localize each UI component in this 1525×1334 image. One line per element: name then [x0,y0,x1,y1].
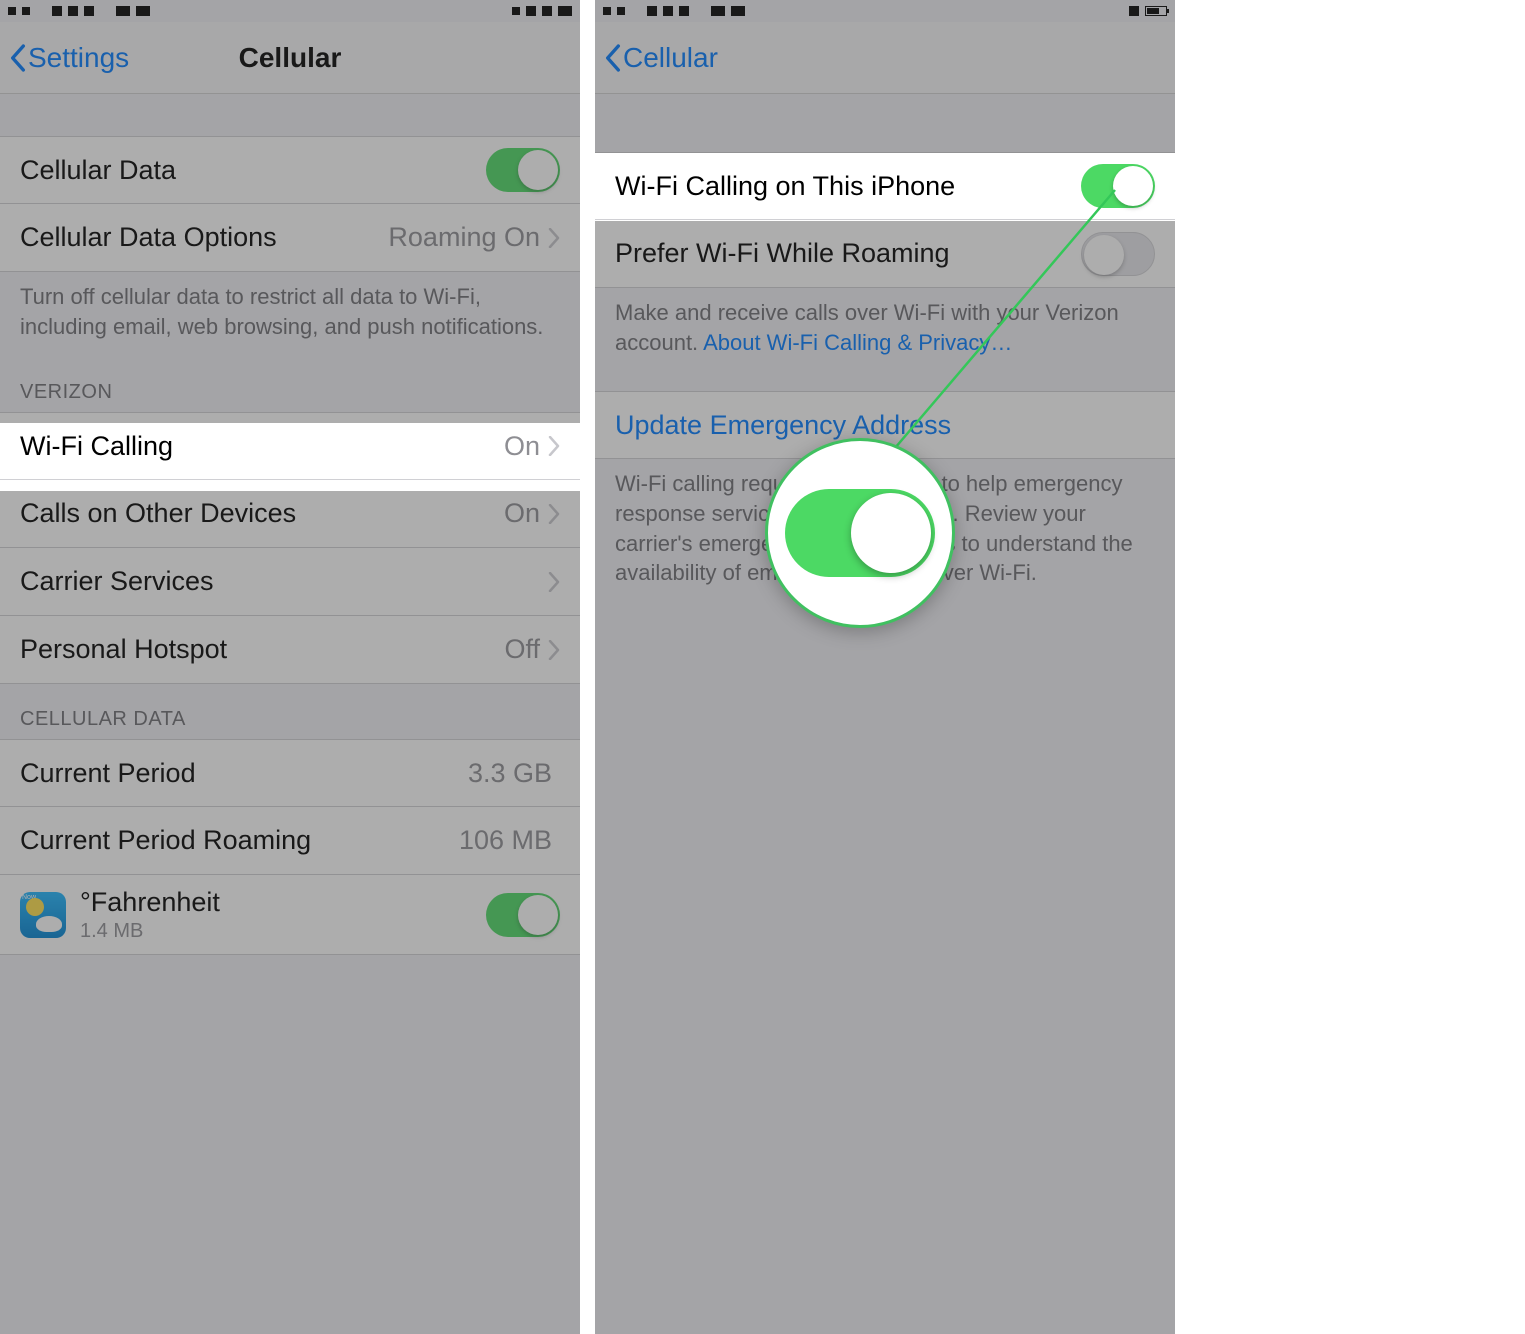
app-size: 1.4 MB [80,920,486,943]
prefer-wifi-roaming-row[interactable]: Prefer Wi-Fi While Roaming [595,220,1175,288]
chevron-left-icon [605,44,621,72]
back-button[interactable]: Settings [0,42,129,74]
toggle-magnifier [765,438,955,628]
personal-hotspot-value: Off [504,634,548,665]
chevron-right-icon [548,572,560,592]
about-wifi-calling-link[interactable]: About Wi-Fi Calling & Privacy… [703,330,1012,355]
cellular-data-footer: Turn off cellular data to restrict all d… [0,272,580,357]
wifi-calling-label: Wi-Fi Calling [20,431,504,462]
chevron-right-icon [548,228,560,248]
wifi-calling-value: On [504,431,548,462]
app-fahrenheit-toggle[interactable] [486,893,560,937]
cellular-data-label: Cellular Data [20,155,486,186]
nav-header: Cellular [595,22,1175,94]
cellular-data-options-value: Roaming On [388,222,548,253]
current-period-label: Current Period [20,758,468,789]
status-bar [0,0,580,22]
wifi-calling-on-this-iphone-label: Wi-Fi Calling on This iPhone [615,171,1081,202]
calls-other-devices-row[interactable]: Calls on Other Devices On [0,480,580,548]
prefer-wifi-roaming-label: Prefer Wi-Fi While Roaming [615,238,1081,269]
carrier-services-row[interactable]: Carrier Services [0,548,580,616]
carrier-header: VERIZON [0,357,580,412]
fahrenheit-app-icon: Now [20,892,66,938]
app-fahrenheit-row[interactable]: Now °Fahrenheit 1.4 MB [0,875,580,955]
nav-header: Settings Cellular [0,22,580,94]
personal-hotspot-label: Personal Hotspot [20,634,504,665]
wifi-calling-footer: Make and receive calls over Wi-Fi with y… [595,288,1175,373]
wifi-calling-row[interactable]: Wi-Fi Calling On [0,412,580,480]
wifi-calling-on-this-iphone-row[interactable]: Wi-Fi Calling on This iPhone [595,152,1175,220]
prefer-wifi-roaming-toggle[interactable] [1081,232,1155,276]
calls-other-devices-value: On [504,498,548,529]
chevron-left-icon [10,44,26,72]
wifi-calling-on-this-iphone-toggle[interactable] [1081,164,1155,208]
cellular-data-options-row[interactable]: Cellular Data Options Roaming On [0,204,580,272]
back-label: Settings [28,42,129,74]
back-button[interactable]: Cellular [595,42,718,74]
carrier-services-label: Carrier Services [20,566,548,597]
current-period-roaming-label: Current Period Roaming [20,825,459,856]
back-label: Cellular [623,42,718,74]
chevron-right-icon [548,436,560,456]
cellular-usage-header: CELLULAR DATA [0,684,580,739]
cellular-data-row[interactable]: Cellular Data [0,136,580,204]
current-period-roaming-row: Current Period Roaming 106 MB [0,807,580,875]
personal-hotspot-row[interactable]: Personal Hotspot Off [0,616,580,684]
left-screen: Settings Cellular Cellular Data Cellular… [0,0,580,1334]
status-bar [595,0,1175,22]
current-period-value: 3.3 GB [468,758,560,789]
right-screen: Cellular Wi-Fi Calling on This iPhone Pr… [595,0,1175,1334]
chevron-right-icon [548,504,560,524]
update-emergency-address-link[interactable]: Update Emergency Address [615,410,951,441]
cellular-data-toggle[interactable] [486,148,560,192]
battery-icon [1145,6,1167,16]
magnified-toggle-on-icon [785,489,935,577]
calls-other-devices-label: Calls on Other Devices [20,498,504,529]
cellular-data-options-label: Cellular Data Options [20,222,388,253]
current-period-row: Current Period 3.3 GB [0,739,580,807]
chevron-right-icon [548,640,560,660]
current-period-roaming-value: 106 MB [459,825,560,856]
app-name: °Fahrenheit [80,887,486,918]
